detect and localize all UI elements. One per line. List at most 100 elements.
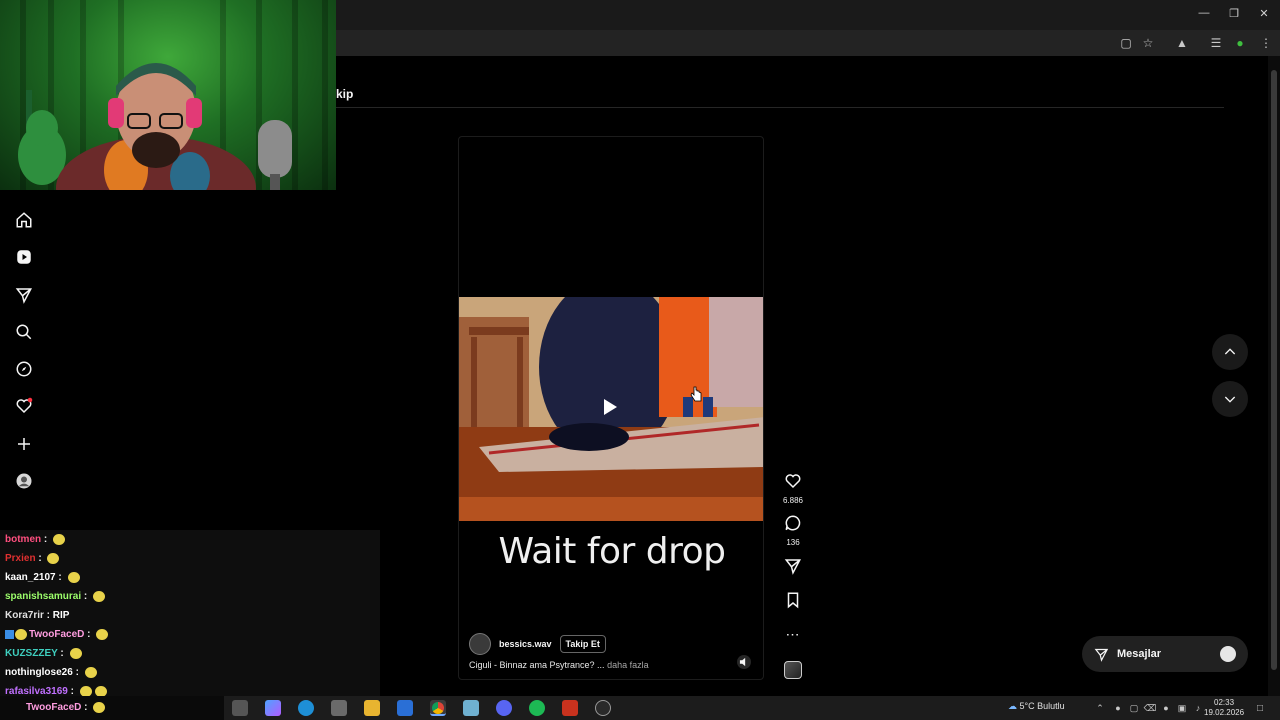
messages-avatar (1220, 646, 1236, 662)
explore-icon[interactable] (14, 359, 34, 379)
plus-icon[interactable] (14, 434, 34, 454)
profile-icon[interactable] (14, 471, 34, 491)
author-avatar[interactable] (469, 633, 491, 655)
follow-button[interactable]: Takip Et (559, 635, 606, 653)
install-app-icon[interactable]: ▢ (1118, 35, 1134, 51)
comment-action[interactable]: 136 (780, 514, 806, 547)
clock-date: 19.02.2026 (1204, 708, 1245, 717)
browser-menu-icon[interactable]: ⋮ (1258, 35, 1274, 51)
chat-message: KUZSZZEY : (5, 648, 82, 659)
next-reel-button[interactable] (1212, 381, 1248, 417)
messages-button[interactable]: Mesajlar (1082, 636, 1248, 672)
send-icon[interactable] (14, 285, 34, 305)
chrome-icon[interactable] (430, 700, 446, 716)
tray-chevron-icon[interactable]: ⌃ (1092, 700, 1108, 716)
chevron-down-icon (1224, 396, 1236, 403)
reel-caption: Ciguli - Binnaz ama Psytrance? ... daha … (469, 660, 649, 670)
hand-cursor-icon (690, 386, 702, 407)
share-action[interactable] (780, 557, 806, 580)
reel-author-row: bessics.wav Takip Et (469, 633, 606, 655)
emote-icon (93, 702, 106, 713)
chat-message: botmen : (5, 534, 65, 545)
more-action[interactable]: ⋯ (780, 626, 806, 644)
chevron-up-icon (1224, 348, 1236, 355)
caption-more-link[interactable]: daha fazla (607, 660, 649, 670)
previous-reel-button[interactable] (1212, 334, 1248, 370)
like-count: 6.886 (782, 496, 804, 505)
browser-toolbar: ▢ ☆ ▲ ☰ ● ⋮ (336, 30, 1280, 56)
microphone-icon[interactable]: ● (1158, 700, 1174, 716)
badge-icon (5, 630, 14, 639)
chat-message: TwooFaceD : (5, 629, 109, 640)
steam-tray-icon[interactable]: ● (1110, 700, 1126, 716)
display-tray-icon[interactable]: ▢ (1126, 700, 1142, 716)
streamer-webcam (0, 0, 336, 190)
chat-message: spanishsamurai : (5, 591, 106, 602)
volume-icon[interactable] (737, 655, 751, 669)
audio-thumbnail[interactable] (780, 661, 806, 679)
chat-message: nothinglose26 : (5, 667, 97, 678)
reel-card[interactable]: Wait for drop bessics.wav Takip Et Cigul… (458, 136, 764, 680)
reel-overlay-text: Wait for drop (498, 531, 726, 572)
emote-icon (53, 534, 65, 545)
heart-icon[interactable] (14, 396, 34, 416)
task-view-icon[interactable] (232, 700, 248, 716)
share-icon[interactable] (784, 557, 802, 575)
extensions-icon[interactable]: ▲ (1174, 35, 1190, 51)
taskbar-clock[interactable]: 02:33 19.02.2026 (1204, 698, 1244, 718)
search-icon[interactable] (14, 322, 34, 342)
home-icon[interactable] (14, 210, 34, 230)
reel-video[interactable] (459, 297, 763, 521)
comment-count: 136 (786, 538, 800, 547)
windows-taskbar: TwooFaceD : ☁ 5°C Bulutlu ⌃ ● ▢ ⌫ ● ▣ ♪ … (0, 696, 1280, 720)
streamer-app-icon[interactable] (562, 700, 578, 716)
store-icon[interactable] (331, 700, 347, 716)
emote-icon (96, 629, 109, 640)
clock-time: 02:33 (1214, 698, 1235, 707)
emote-icon (84, 667, 97, 678)
profile-extension-icon[interactable]: ● (1232, 35, 1248, 51)
play-icon[interactable] (604, 399, 617, 415)
file-explorer-icon[interactable] (364, 700, 380, 716)
comment-icon[interactable] (784, 514, 802, 532)
chat-message: kaan_2107 : (5, 572, 80, 583)
weather-widget[interactable]: ☁ 5°C Bulutlu (1008, 701, 1065, 712)
audio-thumbnail-icon[interactable] (784, 661, 802, 679)
outlook-icon[interactable] (397, 700, 413, 716)
restore-icon[interactable]: ❐ (1224, 4, 1244, 22)
save-action[interactable] (780, 591, 806, 614)
weather-text: 5°C Bulutlu (1019, 701, 1065, 711)
webcam-scene (18, 63, 292, 190)
header-divider (336, 107, 1224, 108)
author-name[interactable]: bessics.wav (499, 639, 552, 649)
notifications-off-icon[interactable]: ⌫ (1142, 700, 1158, 716)
chat-message: Kora7rir : RIP (5, 610, 70, 621)
copilot-icon[interactable] (265, 700, 281, 716)
network-icon[interactable]: ▣ (1174, 700, 1190, 716)
more-icon[interactable]: ⋯ (786, 626, 801, 642)
discord-icon[interactable] (496, 700, 512, 716)
like-action[interactable]: 6.886 (780, 472, 806, 505)
media-control-icon[interactable]: ☰ (1208, 35, 1224, 51)
emote-icon (47, 553, 60, 564)
notification-center-icon[interactable]: □ (1252, 700, 1268, 716)
caption-text: Ciguli - Binnaz ama Psytrance? ... (469, 660, 605, 670)
notification-dot (27, 397, 33, 403)
badge-emote-icon (15, 629, 27, 640)
chat-message: Prxien : (5, 553, 60, 564)
emote-icon (69, 648, 82, 659)
obs-icon[interactable] (595, 700, 611, 716)
close-icon[interactable]: ✕ (1254, 4, 1274, 22)
bookmark-star-icon[interactable]: ☆ (1140, 35, 1156, 51)
notepad-icon[interactable] (463, 700, 479, 716)
spotify-icon[interactable] (529, 700, 545, 716)
stream-chat: botmen : Prxien : kaan_2107 : spanishsam… (0, 530, 380, 697)
minimize-icon[interactable]: — (1194, 4, 1214, 22)
like-heart-icon[interactable] (784, 472, 802, 490)
reels-icon[interactable] (14, 247, 34, 267)
scrollbar-thumb[interactable] (1271, 70, 1277, 670)
taskbar-overlay: TwooFaceD : (0, 696, 224, 720)
chat-message: TwooFaceD : (26, 702, 106, 713)
bookmark-icon[interactable] (784, 591, 802, 609)
edge-icon[interactable] (298, 700, 314, 716)
